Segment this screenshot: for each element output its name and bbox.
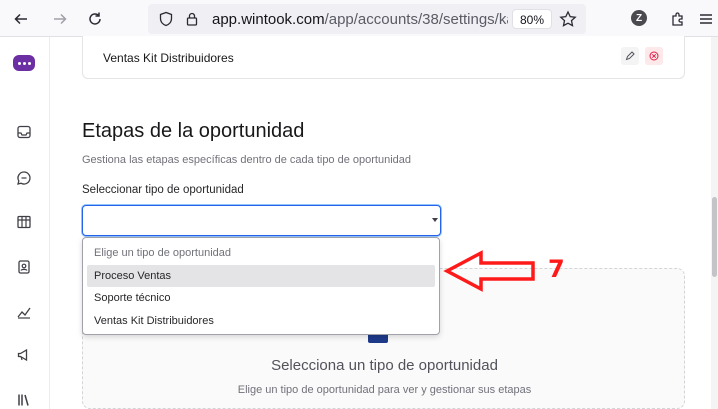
contacts-icon[interactable] bbox=[14, 257, 34, 277]
select-label: Seleccionar tipo de oportunidad bbox=[82, 184, 244, 196]
dropdown-option[interactable]: Proceso Ventas bbox=[87, 264, 435, 287]
delete-button[interactable] bbox=[645, 47, 663, 65]
card-title: Ventas Kit Distribuidores bbox=[103, 51, 234, 65]
reload-button[interactable] bbox=[82, 6, 108, 32]
dropdown-option[interactable]: Elige un tipo de oportunidad bbox=[87, 242, 435, 265]
arrow-left-icon bbox=[14, 13, 27, 25]
section-subtitle: Gestiona las etapas específicas dentro d… bbox=[82, 154, 412, 166]
forward-button[interactable] bbox=[47, 6, 73, 32]
hamburger-icon bbox=[700, 14, 712, 24]
lock-icon bbox=[186, 12, 198, 26]
browser-toolbar: app.wintook.com/app/accounts/38/settings… bbox=[0, 0, 718, 37]
pencil-icon bbox=[625, 51, 635, 61]
url-path: /app/accounts/38/settings/kan bbox=[324, 11, 508, 28]
url-domain: app.wintook.com bbox=[212, 11, 325, 28]
profile-avatar[interactable]: Z bbox=[631, 10, 647, 26]
page-scrollbar[interactable] bbox=[711, 37, 718, 409]
opportunity-type-card: Ventas Kit Distribuidores bbox=[82, 36, 685, 79]
annotation-number: 7 bbox=[548, 255, 565, 283]
opportunity-type-select[interactable] bbox=[82, 205, 441, 236]
app-sidebar bbox=[0, 37, 50, 409]
url-text[interactable]: app.wintook.com/app/accounts/38/settings… bbox=[212, 11, 508, 28]
scrollbar-thumb[interactable] bbox=[712, 197, 717, 277]
campaigns-icon[interactable] bbox=[14, 345, 34, 365]
close-circle-icon bbox=[649, 51, 659, 61]
bookmark-star-icon[interactable] bbox=[559, 10, 577, 28]
brand-logo[interactable] bbox=[13, 55, 35, 71]
dropdown-option[interactable]: Ventas Kit Distribuidores bbox=[87, 310, 435, 333]
back-button[interactable] bbox=[8, 6, 34, 32]
inbox-icon[interactable] bbox=[14, 122, 34, 142]
menu-button[interactable] bbox=[693, 6, 718, 32]
arrow-right-icon bbox=[54, 13, 67, 25]
zoom-level[interactable]: 80% bbox=[512, 9, 553, 29]
empty-state-title: Selecciona un tipo de oportunidad bbox=[271, 357, 498, 374]
reload-icon bbox=[89, 12, 101, 25]
dropdown-option[interactable]: Soporte técnico bbox=[87, 287, 435, 310]
annotation-arrow-icon bbox=[443, 250, 535, 292]
chat-icon[interactable] bbox=[14, 168, 34, 188]
section-title: Etapas de la oportunidad bbox=[82, 120, 305, 142]
select-dropdown-list: Elige un tipo de oportunidad Proceso Ven… bbox=[82, 237, 440, 335]
extensions-button[interactable] bbox=[665, 6, 691, 32]
url-bar[interactable]: app.wintook.com/app/accounts/38/settings… bbox=[148, 4, 586, 34]
chevron-down-icon bbox=[432, 218, 438, 222]
empty-state-subtitle: Elige un tipo de oportunidad para ver y … bbox=[237, 384, 532, 396]
reports-icon[interactable] bbox=[14, 302, 34, 322]
edit-button[interactable] bbox=[621, 47, 639, 65]
puzzle-icon bbox=[672, 12, 683, 26]
board-icon[interactable] bbox=[14, 212, 34, 232]
library-icon[interactable] bbox=[14, 390, 34, 409]
shield-icon bbox=[159, 11, 173, 27]
